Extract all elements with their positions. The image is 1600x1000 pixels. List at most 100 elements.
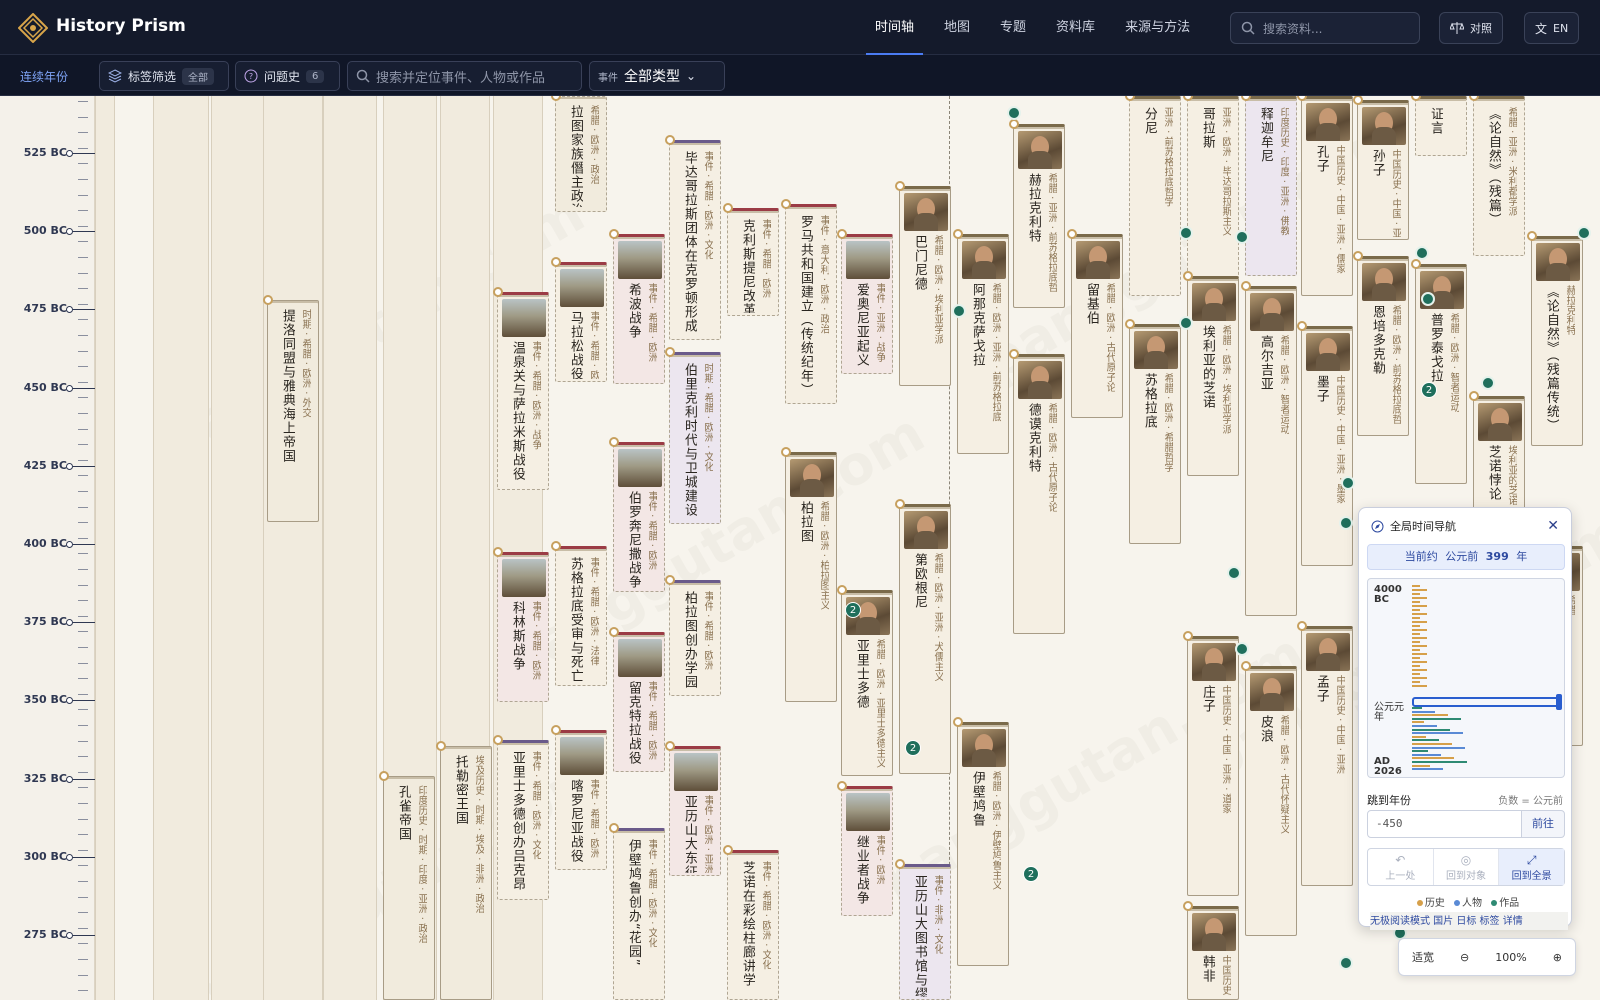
timeline-card[interactable]: 《论自然》（残篇传统） 赫拉克利特 [1531,236,1583,446]
app-title[interactable]: History Prism [56,16,186,36]
card-start-pin[interactable] [1527,231,1537,241]
period-lane[interactable] [153,96,209,1000]
card-start-pin[interactable] [379,771,389,781]
link-node[interactable] [1179,316,1193,330]
card-start-pin[interactable] [895,859,905,869]
timeline-card[interactable]: 喀罗尼亚战役 事件 · 希腊 · 欧洲 [555,730,607,870]
card-start-pin[interactable] [263,295,273,305]
timeline-card[interactable]: 分尼 亚洲 · 前苏格拉底哲学 [1129,96,1181,296]
timeline-card[interactable]: 留基伯 希腊 · 欧洲 · 古代原子论 [1071,234,1123,418]
type-select[interactable]: 事件 全部类型 ⌄ [589,61,725,91]
card-start-pin[interactable] [837,229,847,239]
link-node[interactable] [1577,226,1591,240]
timeline-card[interactable]: 爱奥尼亚起义 事件 · 亚洲 · 战争 [841,234,893,374]
card-start-pin[interactable] [1353,251,1363,261]
card-start-pin[interactable] [551,257,561,267]
timeline-card[interactable]: 亚历山大东征 事件 · 欧洲 · 亚洲 [669,746,721,876]
timeline-card[interactable]: 继业者战争 事件 · 欧洲 [841,786,893,916]
card-start-pin[interactable] [1241,661,1251,671]
link-node[interactable] [1179,226,1193,240]
period-lane[interactable] [323,96,377,1000]
timeline-card[interactable]: 亚里士多德创办吕克昂 事件 · 希腊 · 欧洲 · 文化 [497,740,549,900]
prev-location-button[interactable]: ↶ 上一处 [1368,849,1434,885]
card-start-pin[interactable] [609,823,619,833]
nav-map[interactable]: 地图 [929,0,985,55]
minimap-drag-handle[interactable] [1556,694,1562,710]
tag-filter-button[interactable]: 标签筛选 全部 [99,61,229,91]
timeline-card[interactable]: 孙子 中国历史 · 中国 · 亚洲 [1357,100,1409,240]
timeline-card[interactable]: 释迦牟尼 印度历史 · 印度 · 亚洲 · 佛教 [1245,96,1297,276]
card-start-pin[interactable] [609,437,619,447]
zoom-in-icon[interactable]: ⊕ [1553,951,1562,964]
timeline-card[interactable]: 伊壁鸠鲁 希腊 · 欧洲 · 伊壁鸠鲁主义 [957,722,1009,966]
card-start-pin[interactable] [781,447,791,457]
timeline-card[interactable]: 《论自然》（残篇） 希腊 · 亚洲 · 米利都学派 [1473,96,1525,256]
card-start-pin[interactable] [436,741,446,751]
year-ruler[interactable]: 525 BC 500 BC 475 BC 450 BC 425 BC 400 BC 375 … [0,96,95,1000]
card-start-pin[interactable] [1067,229,1077,239]
cluster-count-badge[interactable]: 2 [905,740,921,756]
timeline-card[interactable]: 韩非 中国历史 [1187,906,1239,1000]
card-start-pin[interactable] [895,499,905,509]
card-start-pin[interactable] [1469,391,1479,401]
timeline-card[interactable]: 希波战争 事件 · 希腊 · 欧洲 [613,234,665,384]
timeline-card[interactable]: 提洛同盟与雅典海上帝国 时期 · 希腊 · 欧洲 · 外交 [267,300,319,522]
timeline-card[interactable]: 拉图家族僭主政治 希腊 · 欧洲 · 政治 [555,96,607,212]
timeline-card[interactable]: 伊壁鸠鲁创办“花园” 事件 · 希腊 · 欧洲 · 文化 [613,828,665,1000]
question-history-button[interactable]: ? 问题史 6 [235,61,340,91]
nav-timeline[interactable]: 时间轴 [860,0,929,55]
back-to-object-button[interactable]: ◎ 回到对象 [1434,849,1500,885]
reading-modes-strip[interactable]: 无极阅读模式 国片 日标 标签 详情 [1370,912,1568,930]
timeline-card[interactable]: 马拉松战役 事件 · 希腊 · 欧洲 [555,262,607,382]
timeline-card[interactable]: 托勒密王国 埃及历史 · 时期 · 埃及 · 非洲 · 政治 [440,746,492,1000]
timeline-card[interactable]: 罗马共和国建立（传统纪年） 事件 · 意大利 · 欧洲 · 政治 [785,204,837,404]
card-start-pin[interactable] [953,229,963,239]
language-button[interactable]: 文 EN [1524,12,1580,44]
card-start-pin[interactable] [493,287,503,297]
card-start-pin[interactable] [665,575,675,585]
timeline-card[interactable]: 皮浪 希腊 · 欧洲 · 古代怀疑主义 [1245,666,1297,936]
card-start-pin[interactable] [1183,271,1193,281]
period-lane[interactable] [95,96,115,1000]
link-node[interactable] [1235,642,1249,656]
timeline-card[interactable]: 赫拉克利特 希腊 · 亚洲 · 前苏格拉底哲 [1013,124,1065,308]
card-start-pin[interactable] [1009,349,1019,359]
card-start-pin[interactable] [1009,119,1019,129]
link-node[interactable] [1415,246,1429,260]
cluster-count-badge[interactable]: 2 [1023,866,1039,882]
link-node[interactable] [1227,566,1241,580]
timeline-card[interactable]: 德谟克利特 希腊 · 欧洲 · 古代原子论 [1013,354,1065,634]
card-start-pin[interactable] [837,585,847,595]
minimap[interactable]: 4000 BC 公元元 年 AD 2026 [1367,578,1565,778]
prism-logo-icon[interactable] [18,13,48,43]
card-start-pin[interactable] [665,347,675,357]
card-start-pin[interactable] [1241,281,1251,291]
timeline-card[interactable]: 留克特拉战役 事件 · 希腊 · 欧洲 [613,632,665,772]
timeline-card[interactable]: 孔子 中国历史 · 中国 · 亚洲 · 儒家 [1301,96,1353,296]
card-start-pin[interactable] [493,547,503,557]
card-start-pin[interactable] [1183,901,1193,911]
timeline-card[interactable]: 柏拉图 希腊 · 欧洲 · 柏拉图主义 [785,452,837,702]
timeline-card[interactable]: 高尔吉亚 希腊 · 欧洲 · 智者运动 [1245,286,1297,616]
card-start-pin[interactable] [551,725,561,735]
card-start-pin[interactable] [1411,259,1421,269]
locate-search-input[interactable]: 搜索并定位事件、人物或作品 [347,61,582,91]
link-node[interactable] [1235,230,1249,244]
compare-button[interactable]: 对照 [1439,12,1503,44]
timeline-card[interactable]: 温泉关与萨拉米斯战役 事件 · 希腊 · 欧洲 · 战争 [497,292,549,490]
link-node[interactable] [1481,376,1495,390]
timeline-card[interactable]: 苏格拉底 希腊 · 欧洲 · 希腊哲学 [1129,324,1181,544]
timeline-card[interactable]: 亚历山大图书馆与缪斯 事件 · 非洲 · 文化 [899,864,951,1000]
link-node[interactable] [1339,956,1353,970]
timeline-card[interactable]: 阿那克萨戈拉 希腊 · 欧洲 · 亚洲 · 前苏格拉底 [957,234,1009,454]
timeline-card[interactable]: 第欧根尼 希腊 · 欧洲 · 亚洲 · 犬儒主义 [899,504,951,774]
close-icon[interactable]: ✕ [1547,518,1559,534]
timeline-card[interactable]: 证言 [1415,96,1467,156]
timeline-card[interactable]: 墨子 中国历史 · 中国 · 亚洲 · 墨家 [1301,326,1353,566]
jump-go-button[interactable]: 前往 [1521,810,1565,838]
card-start-pin[interactable] [1183,631,1193,641]
link-node[interactable] [952,304,966,318]
period-lane[interactable] [211,96,267,1000]
global-search-input[interactable]: 搜索资料... [1230,12,1420,44]
fit-width-button[interactable]: 适宽 [1412,949,1434,965]
